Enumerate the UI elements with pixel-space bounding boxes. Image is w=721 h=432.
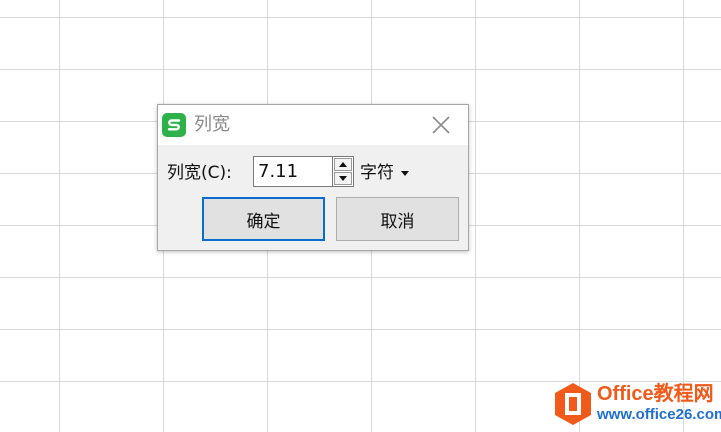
width-spinner: [332, 156, 354, 187]
office26-watermark: Office教程网 www.office26.com: [553, 380, 721, 428]
ok-button[interactable]: 确定: [202, 197, 325, 241]
watermark-name: Office教程网: [597, 383, 714, 405]
watermark-url: www.office26.com: [597, 406, 721, 423]
cancel-button[interactable]: 取消: [336, 197, 459, 241]
column-width-label: 列宽(C):: [167, 163, 232, 183]
wps-spreadsheet-icon: [162, 113, 186, 137]
dialog-title: 列宽: [194, 114, 230, 135]
unit-dropdown[interactable]: 字符: [360, 162, 394, 184]
column-width-dialog: 列宽 列宽(C): 字符 确定 取消: [157, 104, 469, 251]
column-width-input[interactable]: [253, 156, 333, 187]
close-icon[interactable]: [429, 113, 453, 137]
office-logo-icon: [553, 382, 593, 426]
triangle-up-icon: [339, 162, 347, 167]
spin-down-button[interactable]: [334, 172, 352, 185]
spin-up-button[interactable]: [334, 158, 352, 171]
caret-down-icon[interactable]: [401, 171, 409, 176]
triangle-down-icon: [339, 176, 347, 181]
dialog-titlebar[interactable]: 列宽: [158, 105, 468, 145]
